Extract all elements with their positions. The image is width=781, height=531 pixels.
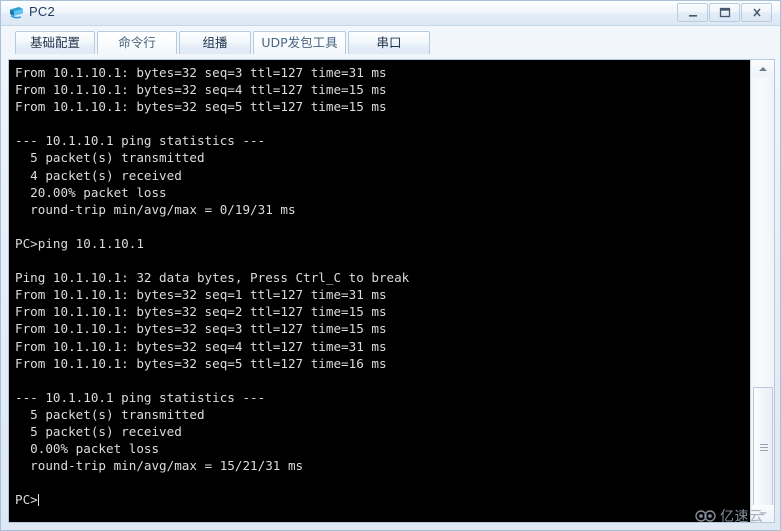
console-text: From 10.1.10.1: bytes=32 seq=3 ttl=127 t… — [15, 64, 750, 508]
window-title: PC2 — [29, 4, 55, 19]
scrollbar-thumb[interactable] — [753, 387, 773, 509]
tab-strip: 基础配置 命令行 组播 UDP发包工具 串口 — [1, 26, 780, 59]
console-log: From 10.1.10.1: bytes=32 seq=3 ttl=127 t… — [15, 65, 410, 474]
tab-multicast[interactable]: 组播 — [179, 31, 251, 54]
watermark-logo-icon — [695, 510, 716, 522]
minimize-icon — [688, 15, 697, 17]
close-icon — [752, 8, 761, 17]
console-prompt: PC> — [15, 492, 38, 508]
console-scrollbar[interactable] — [750, 60, 774, 522]
maximize-icon — [719, 7, 730, 18]
window-titlebar: PC2 — [1, 1, 780, 26]
up-arrow-glyph — [759, 67, 767, 71]
pc-terminal-icon — [8, 5, 25, 21]
minimize-button[interactable] — [677, 3, 708, 22]
watermark-text: 亿速云 — [720, 509, 764, 525]
scrollbar-grip-icon — [760, 444, 768, 451]
scroll-up-arrow-icon[interactable] — [752, 60, 774, 77]
tab-command-line[interactable]: 命令行 — [97, 31, 177, 54]
tab-udp-tool[interactable]: UDP发包工具 — [253, 31, 346, 54]
tab-serial-port[interactable]: 串口 — [348, 31, 430, 54]
watermark: 亿速云 — [695, 506, 764, 526]
tab-basic-config[interactable]: 基础配置 — [15, 31, 95, 54]
maximize-button[interactable] — [709, 3, 740, 22]
text-cursor — [37, 494, 39, 507]
pc2-window: PC2 基础配置 命令行 组播 UDP发包工具 串口 From 10.1.10.… — [0, 0, 781, 531]
close-button[interactable] — [741, 3, 772, 22]
console-output[interactable]: From 10.1.10.1: bytes=32 seq=3 ttl=127 t… — [9, 60, 750, 522]
console-panel: From 10.1.10.1: bytes=32 seq=3 ttl=127 t… — [8, 59, 775, 523]
